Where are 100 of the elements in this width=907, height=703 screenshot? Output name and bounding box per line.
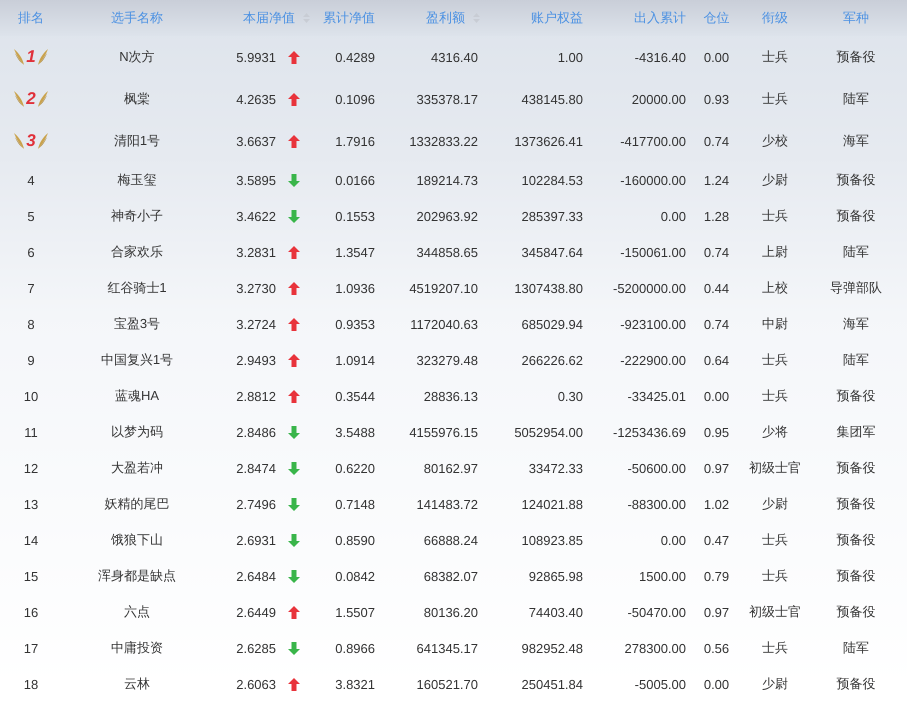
in-out-total-cell: 278300.00 (624, 640, 686, 656)
equity-cell: 1.00 (558, 50, 583, 64)
player-name-cell: 清阳1号 (114, 132, 160, 150)
cumulative-value-cell: 0.8966 (335, 640, 375, 656)
branch-cell: 导弹部队 (830, 279, 882, 297)
rank-cell: 8 (27, 316, 35, 332)
column-header: 仓位 (704, 9, 730, 27)
column-header[interactable]: 本届净值 (243, 9, 295, 27)
profit-cell: 68382.07 (424, 568, 478, 584)
player-name-cell: 蓝魂HA (114, 387, 160, 405)
position-cell: 0.00 (704, 676, 730, 692)
in-out-total-cell: -923100.00 (620, 316, 686, 332)
equity-cell: 250451.84 (522, 676, 583, 692)
player-name-cell: 大盈若冲 (111, 459, 163, 477)
grade-cell: 少校 (762, 132, 788, 150)
net-value-cell: 2.7496 (236, 496, 276, 512)
rank-cell: 4 (27, 172, 35, 188)
equity-cell: 92865.98 (528, 568, 583, 584)
net-value-cell: 3.5895 (236, 172, 276, 188)
player-name-cell: 六点 (124, 603, 150, 621)
branch-cell: 集团军 (836, 423, 876, 441)
rank-cell: 7 (27, 280, 35, 296)
net-value-cell: 3.2831 (236, 244, 276, 260)
profit-cell: 160521.70 (416, 676, 478, 692)
cumulative-value-cell: 0.0166 (335, 172, 375, 188)
net-value-cell: 2.6449 (236, 604, 276, 620)
player-name-cell: 饿狼下山 (111, 531, 163, 549)
grade-cell: 士兵 (762, 567, 788, 585)
profit-cell: 1172040.63 (410, 316, 478, 332)
branch-cell: 预备役 (836, 48, 876, 66)
rank-cell: 11 (24, 424, 38, 440)
grade-cell: 士兵 (762, 48, 788, 66)
cumulative-value-cell: 1.0936 (335, 280, 375, 296)
branch-cell: 预备役 (836, 207, 876, 225)
grade-cell: 士兵 (762, 387, 788, 405)
net-value-cell: 3.6637 (236, 134, 276, 148)
profit-cell: 202963.92 (416, 208, 478, 224)
column-header: 选手名称 (111, 9, 163, 27)
in-out-total-cell: 1500.00 (639, 568, 686, 584)
rank-cell: 9 (27, 352, 35, 368)
branch-cell: 预备役 (836, 603, 876, 621)
net-value-cell: 2.8474 (236, 460, 276, 476)
net-value-cell: 2.6063 (236, 676, 276, 692)
equity-cell: 74403.40 (528, 604, 583, 620)
equity-cell: 685029.94 (522, 316, 583, 332)
in-out-total-cell: -33425.01 (627, 388, 686, 404)
cumulative-value-cell: 0.7148 (335, 496, 375, 512)
player-name-cell: 云林 (124, 675, 150, 693)
grade-cell: 上校 (762, 279, 788, 297)
cumulative-value-cell: 1.0914 (335, 352, 375, 368)
profit-cell: 335378.17 (416, 92, 478, 106)
in-out-total-cell: 0.00 (660, 208, 686, 224)
in-out-total-cell: -50470.00 (627, 604, 686, 620)
profit-cell: 4519207.10 (409, 280, 478, 296)
net-value-cell: 3.2724 (236, 316, 276, 332)
branch-cell: 陆军 (843, 639, 869, 657)
in-out-total-cell: -88300.00 (627, 496, 686, 512)
branch-cell: 预备役 (836, 567, 876, 585)
cumulative-value-cell: 0.9353 (335, 316, 375, 332)
rank-cell: 14 (24, 532, 38, 548)
laurel-icon (36, 48, 49, 66)
player-name-cell: 中庸投资 (111, 639, 163, 657)
column-header: 出入累计 (634, 9, 686, 27)
grade-cell: 士兵 (762, 351, 788, 369)
grade-cell: 士兵 (762, 639, 788, 657)
rank-cell: 6 (27, 244, 35, 260)
net-value-cell: 2.6484 (236, 568, 276, 584)
in-out-total-cell: -150061.00 (620, 244, 686, 260)
rank-cell: 10 (24, 388, 38, 404)
rank-cell: 13 (24, 496, 38, 512)
profit-cell: 344858.65 (416, 244, 478, 260)
grade-cell: 少将 (762, 423, 788, 441)
equity-cell: 33472.33 (528, 460, 583, 476)
net-value-cell: 4.2635 (236, 92, 276, 106)
branch-cell: 陆军 (843, 243, 869, 261)
in-out-total-cell: -5005.00 (634, 676, 686, 692)
position-cell: 0.95 (704, 424, 730, 440)
in-out-total-cell: 20000.00 (632, 92, 686, 106)
grade-cell: 上尉 (762, 243, 788, 261)
laurel-icon (13, 90, 26, 108)
column-header[interactable]: 盈利额 (426, 9, 465, 27)
equity-cell: 108923.85 (522, 532, 583, 548)
player-name-cell: 浑身都是缺点 (98, 567, 176, 585)
profit-cell: 323279.48 (416, 352, 478, 368)
equity-cell: 438145.80 (522, 92, 583, 106)
branch-cell: 陆军 (843, 351, 869, 369)
player-name-cell: 宝盈3号 (114, 315, 160, 333)
equity-cell: 285397.33 (522, 208, 583, 224)
net-value-cell: 3.2730 (236, 280, 276, 296)
position-cell: 0.64 (704, 352, 730, 368)
in-out-total-cell: -50600.00 (627, 460, 686, 476)
cumulative-value-cell: 1.5507 (335, 604, 375, 620)
cumulative-value-cell: 0.1096 (335, 92, 375, 106)
laurel-icon (13, 48, 26, 66)
rank-number: 1 (26, 47, 36, 67)
grade-cell: 初级士官 (749, 459, 801, 477)
position-cell: 0.74 (704, 316, 730, 332)
position-cell: 0.93 (704, 92, 730, 106)
equity-cell: 345847.64 (522, 244, 583, 260)
column-header: 账户权益 (531, 9, 583, 27)
